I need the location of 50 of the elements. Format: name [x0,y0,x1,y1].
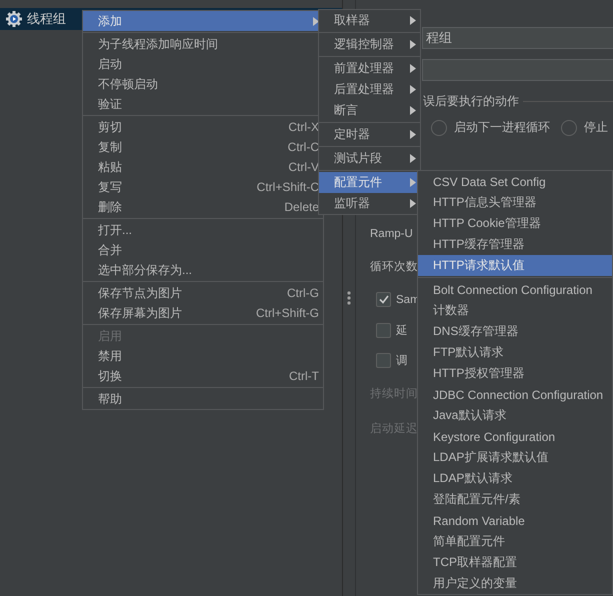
menu-item[interactable]: 保存节点为图片 Ctrl-G [83,283,323,303]
checkbox-label: 延 [396,324,408,338]
field-label: 循环次数 [370,260,418,274]
menu-item[interactable]: 禁用 [83,346,323,366]
menu-item[interactable]: 断言 [319,100,420,121]
menu-item[interactable]: 后置处理器 [319,79,420,100]
menu-item[interactable]: HTTP信息头管理器 [418,192,612,213]
menu-item[interactable]: FTP默认请求 [418,342,612,363]
field-label: Ramp-U [370,228,413,240]
menu-item[interactable]: Random Variable [418,510,612,531]
comment-field[interactable] [422,59,613,81]
menu-item[interactable]: TCP取样器配置 [418,552,612,573]
section-label: 误后要执行的动作 [423,93,519,110]
menu-item[interactable]: 简单配置元件 [418,531,612,552]
menu-item[interactable]: 配置元件 [319,172,420,193]
menu-item[interactable]: 用户定义的变量 [418,573,612,594]
menu-item[interactable]: 切换 Ctrl-T [83,366,323,386]
menu-item[interactable]: Keystore Configuration [418,426,612,447]
checkbox-label: 调 [396,354,408,368]
menu-item[interactable]: HTTP请求默认值 [418,255,612,276]
menu-item[interactable]: 帮助 [83,389,323,409]
menu-item[interactable]: LDAP默认请求 [418,468,612,489]
splitter-handle-icon[interactable] [347,291,351,305]
menu-item[interactable]: 计数器 [418,300,612,321]
menu-item[interactable]: Java默认请求 [418,405,612,426]
menu-item[interactable]: HTTP缓存管理器 [418,234,612,255]
radio-option[interactable]: 停止 [561,119,608,136]
menu-item[interactable]: 保存屏幕为图片 Ctrl+Shift-G [83,303,323,323]
menu-item[interactable]: 打开... [83,220,323,240]
checkbox[interactable] [376,353,391,368]
menu-item[interactable]: 选中部分保存为... [83,260,323,280]
name-field[interactable]: 程组 [422,27,613,49]
menu-item[interactable]: LDAP扩展请求默认值 [418,447,612,468]
menu-item[interactable]: CSV Data Set Config [418,171,612,192]
menu-item[interactable]: HTTP授权管理器 [418,363,612,384]
menu-item[interactable]: JDBC Connection Configuration [418,384,612,405]
menu-item[interactable]: Bolt Connection Configuration [418,279,612,300]
menu-item[interactable]: HTTP Cookie管理器 [418,213,612,234]
menu-item[interactable]: 逻辑控制器 [319,34,420,55]
menu-item[interactable]: 定时器 [319,124,420,145]
checkbox[interactable] [376,292,391,307]
checkbox[interactable] [376,322,391,338]
menu-item[interactable]: 测试片段 [319,148,420,169]
menu-item[interactable]: 监听器 [319,193,420,214]
gear-icon [6,11,22,27]
menu-item[interactable]: DNS缓存管理器 [418,321,612,342]
radio-option[interactable]: 启动下一进程循环 [431,119,550,136]
menu-item[interactable]: 登陆配置元件/素 [418,489,612,510]
menu-item[interactable]: 前置处理器 [319,58,420,79]
menu-item[interactable]: 合并 [83,240,323,260]
